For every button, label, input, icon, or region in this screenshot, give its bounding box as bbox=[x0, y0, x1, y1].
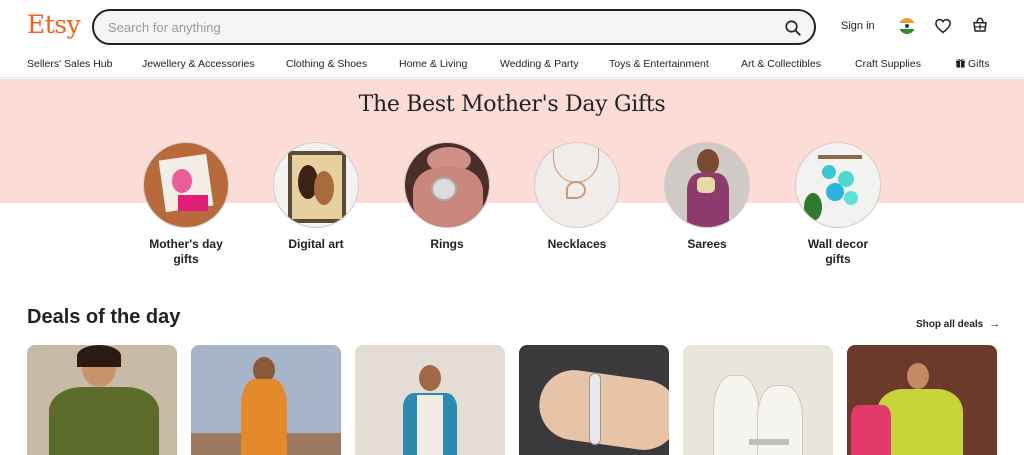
nav-item-craft-supplies[interactable]: Craft Supplies bbox=[855, 58, 921, 70]
shop-all-deals-link[interactable]: Shop all deals → bbox=[916, 318, 1000, 330]
category-wall-decor-gifts[interactable]: Wall decor gifts bbox=[768, 142, 908, 267]
deal-card[interactable] bbox=[847, 345, 997, 455]
deal-card[interactable] bbox=[683, 345, 833, 455]
nav-item-gifts[interactable]: Gifts bbox=[956, 58, 990, 70]
category-label: Wall decor bbox=[807, 237, 869, 251]
deal-product-image bbox=[683, 345, 833, 455]
search-bar[interactable] bbox=[92, 9, 816, 45]
category-label: Digital art bbox=[288, 237, 344, 251]
deal-card[interactable] bbox=[519, 345, 669, 455]
wall-decor-image bbox=[795, 142, 881, 228]
heart-icon[interactable] bbox=[934, 17, 952, 35]
deal-card[interactable] bbox=[27, 345, 177, 455]
nav-item-art[interactable]: Art & Collectibles bbox=[741, 58, 821, 70]
category-label-line2: gifts bbox=[173, 252, 199, 266]
category-label-line2: gifts bbox=[825, 252, 851, 266]
category-label: Necklaces bbox=[547, 237, 607, 251]
india-flag-icon[interactable] bbox=[899, 18, 915, 34]
deal-product-image bbox=[519, 345, 669, 455]
basket-icon[interactable] bbox=[971, 16, 989, 34]
category-label: Sarees bbox=[687, 237, 727, 251]
deal-card[interactable] bbox=[355, 345, 505, 455]
category-necklaces[interactable]: Necklaces bbox=[507, 142, 647, 252]
search-input[interactable] bbox=[108, 18, 748, 36]
nav-item-sellers-sales-hub[interactable]: Sellers' Sales Hub bbox=[27, 58, 112, 70]
nav-item-gifts-label: Gifts bbox=[968, 58, 990, 70]
deal-product-image bbox=[27, 345, 177, 455]
etsy-logo[interactable]: Etsy bbox=[27, 10, 81, 39]
category-mothers-day-gifts[interactable]: Mother's day gifts bbox=[116, 142, 256, 267]
nav-item-wedding[interactable]: Wedding & Party bbox=[500, 58, 579, 70]
sign-in-link[interactable]: Sign in bbox=[841, 20, 875, 32]
deal-product-image bbox=[847, 345, 997, 455]
arrow-right-icon: → bbox=[989, 318, 1001, 330]
necklaces-image bbox=[534, 142, 620, 228]
gift-icon bbox=[956, 59, 965, 68]
nav-item-home-living[interactable]: Home & Living bbox=[399, 58, 467, 70]
category-label: Rings bbox=[430, 237, 464, 251]
nav-item-clothing[interactable]: Clothing & Shoes bbox=[286, 58, 367, 70]
digital-art-image bbox=[273, 142, 359, 228]
category-label: Mother's day bbox=[149, 237, 223, 251]
sarees-image bbox=[664, 142, 750, 228]
rings-image bbox=[404, 142, 490, 228]
category-rings[interactable]: Rings bbox=[377, 142, 517, 252]
deals-title: Deals of the day bbox=[27, 306, 181, 328]
nav-item-toys[interactable]: Toys & Entertainment bbox=[609, 58, 709, 70]
deal-product-image bbox=[191, 345, 341, 455]
hero-title: The Best Mother's Day Gifts bbox=[358, 92, 666, 117]
category-digital-art[interactable]: Digital art bbox=[246, 142, 386, 252]
category-sarees[interactable]: Sarees bbox=[637, 142, 777, 252]
search-icon bbox=[785, 20, 801, 36]
shop-all-deals-label: Shop all deals bbox=[916, 319, 984, 330]
deal-product-image bbox=[355, 345, 505, 455]
search-button[interactable] bbox=[780, 15, 806, 41]
mothers-day-gifts-image bbox=[143, 142, 229, 228]
deal-card[interactable] bbox=[191, 345, 341, 455]
category-nav: Sellers' Sales Hub Jewellery & Accessori… bbox=[0, 52, 1024, 78]
header: Etsy Sign in bbox=[0, 0, 1024, 52]
nav-item-jewellery[interactable]: Jewellery & Accessories bbox=[142, 58, 255, 70]
